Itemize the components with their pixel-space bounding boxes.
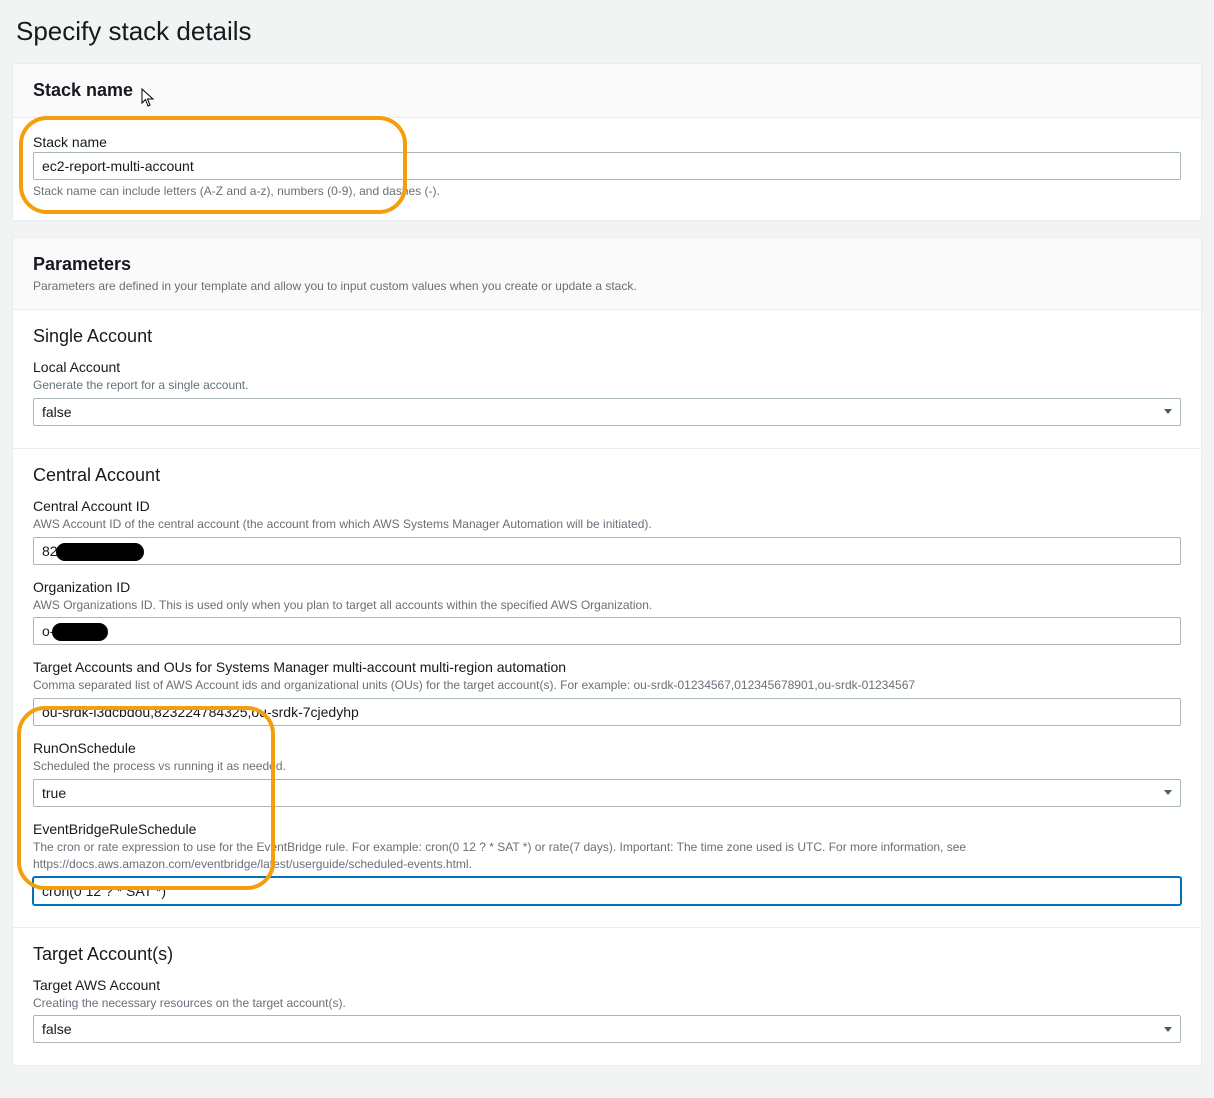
central-account-section: Central Account xyxy=(33,465,1181,486)
targets-input[interactable] xyxy=(33,698,1181,726)
page-title: Specify stack details xyxy=(16,16,1202,47)
single-account-section: Single Account xyxy=(33,326,1181,347)
stack-name-header: Stack name xyxy=(33,80,1181,101)
target-aws-select[interactable]: false xyxy=(33,1015,1181,1043)
central-id-desc: AWS Account ID of the central account (t… xyxy=(33,516,1181,533)
stack-name-label: Stack name xyxy=(33,134,1181,150)
run-on-schedule-value: true xyxy=(42,785,66,801)
central-id-input[interactable] xyxy=(33,537,1181,565)
caret-icon xyxy=(1164,790,1172,795)
eventbridge-input[interactable] xyxy=(33,877,1181,905)
eventbridge-desc: The cron or rate expression to use for t… xyxy=(33,839,1181,873)
target-aws-desc: Creating the necessary resources on the … xyxy=(33,995,1181,1012)
org-id-label: Organization ID xyxy=(33,579,1181,595)
run-on-schedule-desc: Scheduled the process vs running it as n… xyxy=(33,758,1181,775)
local-account-label: Local Account xyxy=(33,359,1181,375)
target-aws-label: Target AWS Account xyxy=(33,977,1181,993)
run-on-schedule-select[interactable]: true xyxy=(33,779,1181,807)
local-account-value: false xyxy=(42,404,72,420)
parameters-desc: Parameters are defined in your template … xyxy=(33,279,1181,293)
org-id-input[interactable] xyxy=(33,617,1181,645)
targets-label: Target Accounts and OUs for Systems Mana… xyxy=(33,659,1181,675)
local-account-desc: Generate the report for a single account… xyxy=(33,377,1181,394)
targets-desc: Comma separated list of AWS Account ids … xyxy=(33,677,1181,694)
eventbridge-label: EventBridgeRuleSchedule xyxy=(33,821,1181,837)
target-accounts-section: Target Account(s) xyxy=(33,944,1181,965)
local-account-select[interactable]: false xyxy=(33,398,1181,426)
parameters-header: Parameters xyxy=(33,254,1181,275)
target-aws-value: false xyxy=(42,1021,72,1037)
stack-name-panel: Stack name Stack name Stack name can inc… xyxy=(12,63,1202,221)
stack-name-hint: Stack name can include letters (A-Z and … xyxy=(33,184,1181,198)
stack-name-input[interactable] xyxy=(33,152,1181,180)
caret-icon xyxy=(1164,409,1172,414)
run-on-schedule-label: RunOnSchedule xyxy=(33,740,1181,756)
parameters-panel: Parameters Parameters are defined in you… xyxy=(12,237,1202,1066)
central-id-label: Central Account ID xyxy=(33,498,1181,514)
caret-icon xyxy=(1164,1027,1172,1032)
org-id-desc: AWS Organizations ID. This is used only … xyxy=(33,597,1181,614)
